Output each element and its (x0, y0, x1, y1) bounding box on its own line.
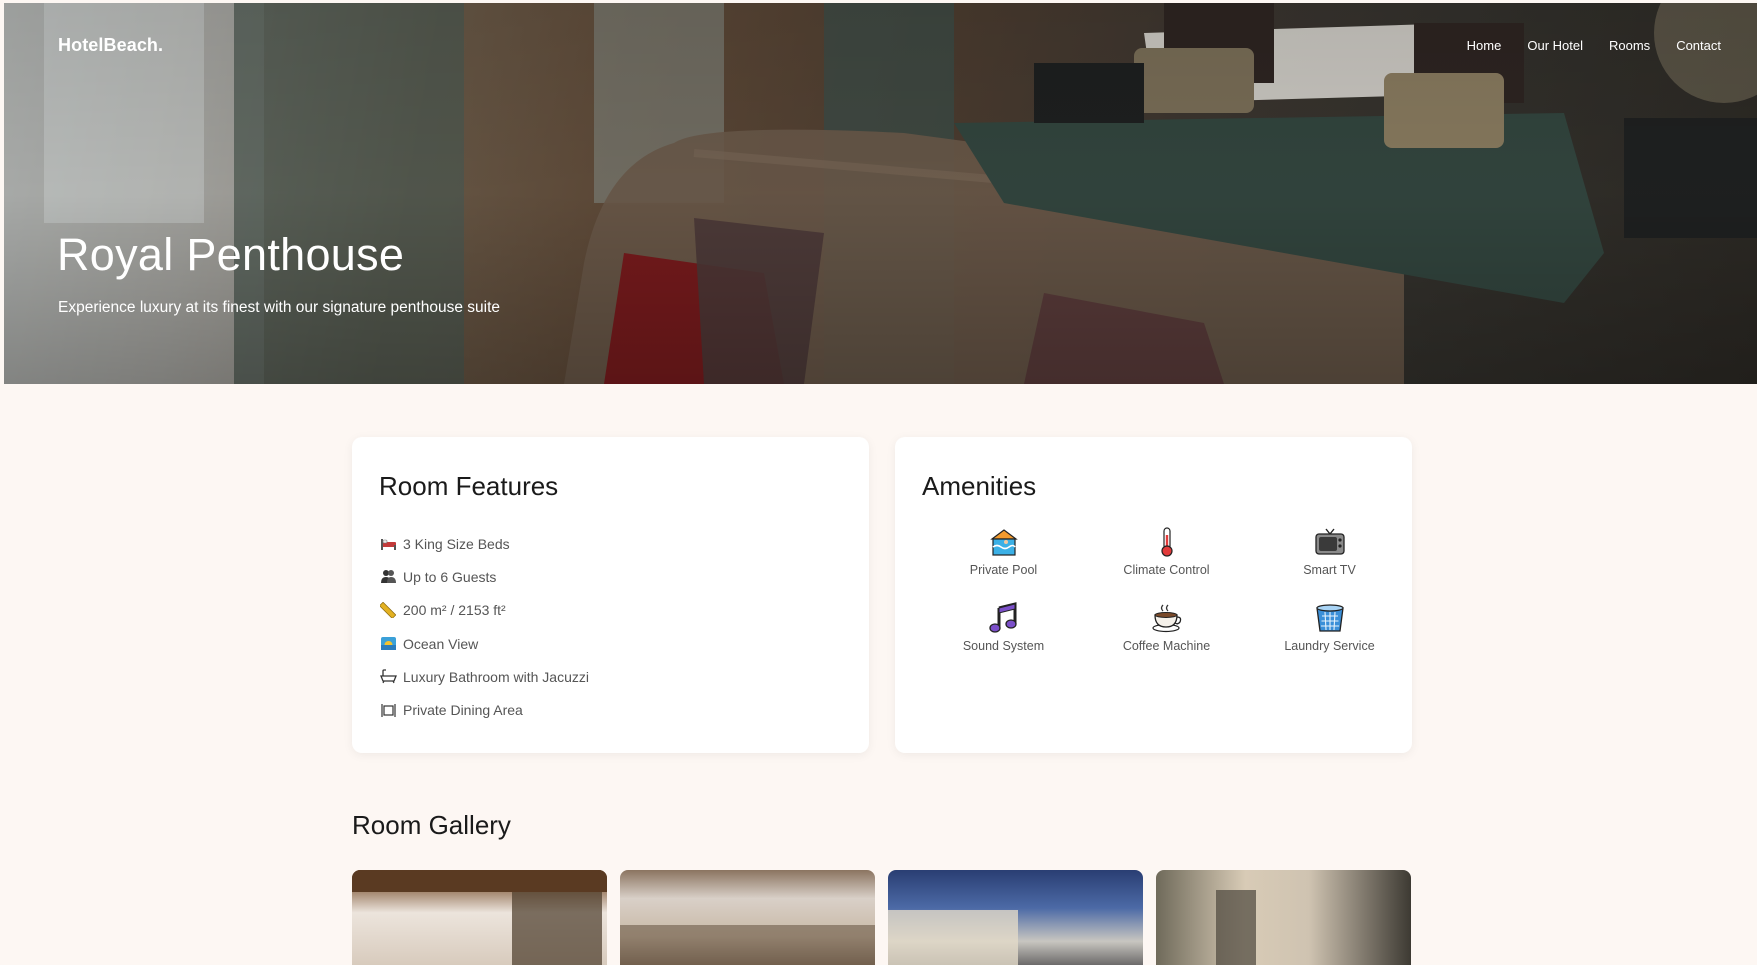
bathtub-icon (379, 668, 397, 686)
feature-item: Private Dining Area (379, 693, 589, 726)
amenity-laundry-service[interactable]: Laundry Service (1248, 601, 1411, 653)
room-gallery (352, 870, 1411, 965)
room-features-card: Room Features 3 King Size Beds Up to 6 G… (352, 437, 869, 753)
amenity-climate-control[interactable]: Climate Control (1085, 525, 1248, 577)
room-features-list: 3 King Size Beds Up to 6 Guests 200 m² /… (379, 527, 589, 727)
feature-item: 3 King Size Beds (379, 527, 589, 560)
guests-icon (379, 568, 397, 586)
dining-icon (379, 701, 397, 719)
amenity-label: Coffee Machine (1122, 639, 1211, 653)
coffee-icon (1150, 601, 1184, 635)
feature-label: Luxury Bathroom with Jacuzzi (403, 668, 589, 685)
amenity-label: Climate Control (1123, 563, 1210, 577)
ruler-icon (379, 601, 397, 619)
gallery-heading: Room Gallery (352, 810, 511, 840)
feature-label: Up to 6 Guests (403, 568, 497, 585)
gallery-image[interactable] (888, 870, 1143, 965)
amenity-label: Laundry Service (1284, 639, 1375, 653)
hero-overlay (4, 3, 1757, 384)
thermometer-icon (1150, 525, 1184, 559)
music-icon (987, 601, 1021, 635)
feature-item: Ocean View (379, 627, 589, 660)
feature-label: Ocean View (403, 635, 479, 652)
sunrise-icon (379, 635, 397, 653)
amenity-sound-system[interactable]: Sound System (922, 601, 1085, 653)
gallery-image[interactable] (352, 870, 607, 965)
feature-label: Private Dining Area (403, 702, 523, 719)
room-features-heading: Room Features (379, 471, 559, 501)
amenities-grid: Private Pool Climate Control Smart TV So… (922, 525, 1412, 653)
laundry-icon (1313, 601, 1347, 635)
amenity-smart-tv[interactable]: Smart TV (1248, 525, 1411, 577)
page-subtitle: Experience luxury at its finest with our… (58, 299, 500, 316)
brand-logo[interactable]: HotelBeach. (58, 35, 163, 56)
amenity-label: Sound System (962, 639, 1045, 653)
nav-contact[interactable]: Contact (1676, 38, 1721, 53)
tv-icon (1313, 525, 1347, 559)
feature-item: Up to 6 Guests (379, 560, 589, 593)
nav-rooms[interactable]: Rooms (1609, 38, 1650, 53)
amenity-label: Private Pool (969, 563, 1038, 577)
feature-label: 200 m² / 2153 ft² (403, 602, 506, 619)
pool-icon (987, 525, 1021, 559)
hero-banner: HotelBeach. Home Our Hotel Rooms Contact… (4, 3, 1757, 384)
amenity-label: Smart TV (1303, 563, 1356, 577)
bed-icon (379, 535, 397, 553)
amenities-card: Amenities Private Pool Climate Control S… (895, 437, 1412, 753)
nav-our-hotel[interactable]: Our Hotel (1527, 38, 1583, 53)
amenity-private-pool[interactable]: Private Pool (922, 525, 1085, 577)
main-nav: Home Our Hotel Rooms Contact (1467, 38, 1721, 53)
gallery-image[interactable] (1156, 870, 1411, 965)
amenity-coffee-machine[interactable]: Coffee Machine (1085, 601, 1248, 653)
page-title: Royal Penthouse (57, 229, 405, 280)
amenities-heading: Amenities (922, 471, 1037, 501)
feature-label: 3 King Size Beds (403, 535, 510, 552)
nav-home[interactable]: Home (1467, 38, 1502, 53)
feature-item: Luxury Bathroom with Jacuzzi (379, 660, 589, 693)
gallery-image[interactable] (620, 870, 875, 965)
feature-item: 200 m² / 2153 ft² (379, 594, 589, 627)
